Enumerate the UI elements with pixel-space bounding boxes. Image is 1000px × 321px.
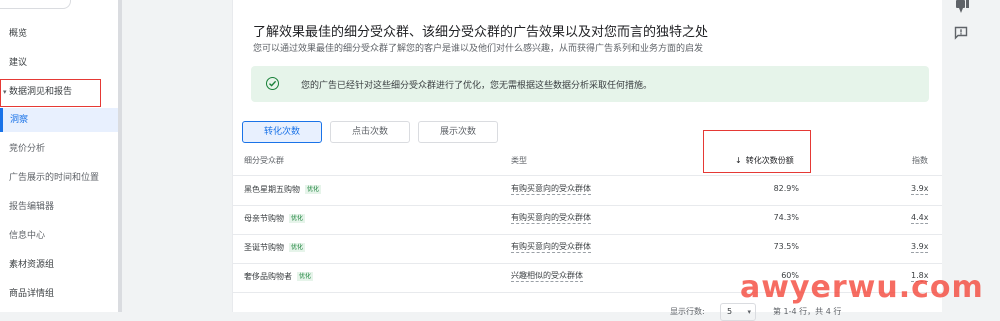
nav-item-dashboards[interactable]: 信息中心 bbox=[0, 224, 118, 248]
table-row-segment: 圣诞节购物 优化 bbox=[244, 242, 306, 253]
nav-item-overview[interactable]: 概览 bbox=[0, 22, 118, 46]
segment-name[interactable]: 奢侈品购物者 bbox=[244, 272, 292, 281]
nav-item-auction-insights[interactable]: 竞价分析 bbox=[0, 137, 118, 161]
insights-card: 了解效果最佳的细分受众群、该细分受众群的广告效果以及对您而言的独特之处 您可以通… bbox=[232, 0, 944, 321]
caret-down-icon: ▾ bbox=[747, 308, 751, 316]
column-header-segment[interactable]: 细分受众群 bbox=[244, 155, 284, 166]
nav-top-tab bbox=[0, 0, 71, 9]
table-row-type[interactable]: 有购买意向的受众群体 bbox=[511, 213, 591, 224]
right-rail bbox=[942, 0, 1000, 312]
optimized-badge: 优化 bbox=[297, 272, 314, 281]
highlight-box-conversion-share bbox=[703, 130, 811, 173]
table-row-index[interactable]: 4.4x bbox=[911, 213, 929, 224]
column-header-index[interactable]: 指数 bbox=[912, 155, 928, 166]
rows-per-page-select[interactable]: 5 ▾ bbox=[720, 303, 756, 321]
banner-text: 您的广告已经针对这些细分受众群进行了优化，您无需根据这些数据分析采取任何措施。 bbox=[301, 81, 653, 91]
nav-item-when-where-ads-showed[interactable]: 广告展示的时间和位置 bbox=[0, 166, 118, 190]
table-divider bbox=[233, 175, 943, 176]
table-divider bbox=[233, 205, 943, 206]
column-header-type[interactable]: 类型 bbox=[511, 155, 527, 166]
nav-item-insights[interactable]: 洞察 bbox=[0, 108, 118, 132]
table-row-share: 82.9% bbox=[773, 184, 799, 193]
feedback-icon[interactable] bbox=[954, 26, 968, 40]
table-row-segment: 黑色星期五购物 优化 bbox=[244, 184, 322, 195]
table-row-type[interactable]: 兴趣相似的受众群体 bbox=[511, 271, 583, 282]
nav-item-listing-groups[interactable]: 商品详情组 bbox=[0, 282, 118, 306]
segment-name[interactable]: 圣诞节购物 bbox=[244, 243, 284, 252]
table-row-share: 73.5% bbox=[773, 242, 799, 251]
nav-item-recommendations[interactable]: 建议 bbox=[0, 51, 118, 75]
arrow-down-icon: ↓ bbox=[735, 156, 742, 165]
table-row-type[interactable]: 有购买意向的受众群体 bbox=[511, 242, 591, 253]
segment-name[interactable]: 母亲节购物 bbox=[244, 214, 284, 223]
nav-item-insights-reports[interactable]: ▾ 数据洞见和报告 bbox=[0, 80, 118, 104]
thumb-down-icon[interactable] bbox=[954, 0, 970, 14]
column-header-conversion-share[interactable]: ↓ 转化次数份额 bbox=[735, 155, 794, 166]
table-row-index[interactable]: 3.9x bbox=[911, 242, 929, 253]
tab-conversions[interactable]: 转化次数 bbox=[242, 121, 322, 143]
table-row-segment: 母亲节购物 优化 bbox=[244, 213, 306, 224]
optimized-badge: 优化 bbox=[289, 214, 306, 223]
table-divider bbox=[233, 234, 943, 235]
nav-item-report-editor[interactable]: 报告编辑器 bbox=[0, 195, 118, 219]
nav-item-asset-groups[interactable]: 素材资源组 bbox=[0, 253, 118, 277]
optimization-banner: 您的广告已经针对这些细分受众群进行了优化，您无需根据这些数据分析采取任何措施。 bbox=[251, 66, 929, 102]
column-header-label: 转化次数份额 bbox=[745, 156, 794, 165]
left-nav: 概览 建议 ▾ 数据洞见和报告 洞察 竞价分析 广告展示的时间和位置 报告编辑器 … bbox=[0, 0, 118, 312]
segment-name[interactable]: 黑色星期五购物 bbox=[244, 185, 300, 194]
table-row-segment: 奢侈品购物者 优化 bbox=[244, 271, 314, 282]
optimized-badge: 优化 bbox=[289, 243, 306, 252]
table-row-index[interactable]: 3.9x bbox=[911, 184, 929, 195]
nav-item-label: 数据洞见和报告 bbox=[9, 87, 73, 97]
table-row-type[interactable]: 有购买意向的受众群体 bbox=[511, 184, 591, 195]
watermark-text: awyerwu.com bbox=[740, 270, 984, 305]
page-title: 了解效果最佳的细分受众群、该细分受众群的广告效果以及对您而言的独特之处 bbox=[253, 25, 709, 40]
optimized-badge: 优化 bbox=[305, 185, 322, 194]
table-divider bbox=[233, 263, 943, 264]
check-circle-icon bbox=[266, 77, 279, 90]
page-subtitle: 您可以通过效果最佳的细分受众群了解您的客户是谁以及他们对什么感兴趣，从而获得广告… bbox=[253, 44, 704, 54]
content-gutter bbox=[122, 0, 232, 312]
tab-clicks[interactable]: 点击次数 bbox=[330, 121, 410, 143]
table-row-share: 74.3% bbox=[773, 213, 799, 222]
tab-impressions[interactable]: 展示次数 bbox=[418, 121, 498, 143]
